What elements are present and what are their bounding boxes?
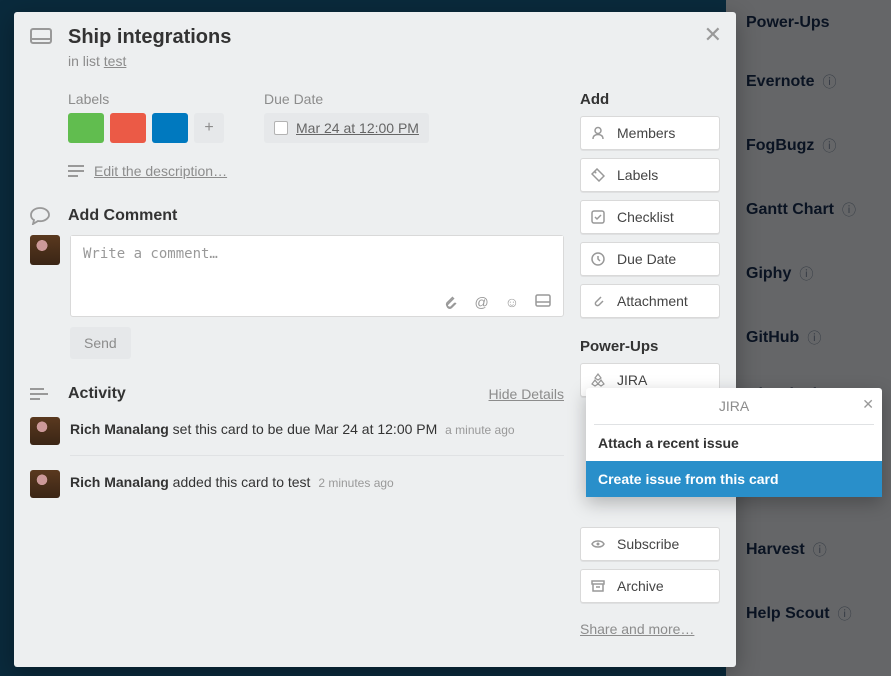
bg-item[interactable]: Help Scoutⓘ bbox=[738, 582, 879, 646]
checklist-button[interactable]: Checklist bbox=[580, 200, 720, 234]
jira-attach-option[interactable]: Attach a recent issue bbox=[586, 425, 882, 461]
bg-item[interactable]: GitHubⓘ bbox=[738, 306, 879, 370]
hide-details-link[interactable]: Hide Details bbox=[489, 386, 564, 402]
bg-title: Power-Ups bbox=[738, 14, 879, 32]
info-icon: ⓘ bbox=[822, 136, 836, 156]
subscribe-button[interactable]: Subscribe bbox=[580, 527, 720, 561]
activity-text: added this card to test bbox=[169, 474, 311, 490]
info-icon: ⓘ bbox=[813, 540, 827, 560]
due-date-section: Due Date Mar 24 at 12:00 PM bbox=[264, 91, 429, 143]
close-icon[interactable]: ✕ bbox=[704, 22, 722, 48]
members-button[interactable]: Members bbox=[580, 116, 720, 150]
card-list-location: in list test bbox=[68, 53, 720, 69]
description-icon bbox=[68, 165, 84, 177]
comment-box: @ ☺ bbox=[70, 235, 564, 317]
info-icon: ⓘ bbox=[807, 328, 821, 348]
jira-popup-title: JIRA bbox=[719, 398, 749, 414]
labels-heading: Labels bbox=[68, 91, 224, 107]
close-icon[interactable]: ✕ bbox=[862, 396, 874, 413]
add-comment-heading: Add Comment bbox=[68, 207, 177, 225]
activity-author[interactable]: Rich Manalang bbox=[70, 421, 169, 437]
background-powerups-panel: Power-Ups Evernoteⓘ FogBugzⓘ Gantt Chart… bbox=[726, 0, 891, 676]
attachment-button[interactable]: Attachment bbox=[580, 284, 720, 318]
label-green[interactable] bbox=[68, 113, 104, 143]
eye-icon bbox=[591, 539, 607, 549]
card-icon[interactable] bbox=[535, 294, 551, 310]
jira-popup: JIRA ✕ Attach a recent issue Create issu… bbox=[586, 388, 882, 497]
info-icon: ⓘ bbox=[842, 200, 856, 220]
activity-timestamp: 2 minutes ago bbox=[318, 476, 393, 490]
clock-icon bbox=[591, 252, 607, 266]
emoji-icon[interactable]: ☺ bbox=[505, 294, 519, 310]
paperclip-icon bbox=[591, 294, 607, 308]
card-detail-modal: ✕ Ship integrations in list test Labels … bbox=[14, 12, 736, 667]
due-date-text[interactable]: Mar 24 at 12:00 PM bbox=[296, 120, 419, 136]
user-avatar[interactable] bbox=[30, 470, 60, 498]
jira-icon bbox=[591, 373, 607, 387]
user-avatar[interactable] bbox=[30, 235, 60, 265]
tag-icon bbox=[591, 168, 607, 182]
activity-icon bbox=[30, 387, 52, 401]
activity-item: Rich Manalang added this card to test 2 … bbox=[30, 470, 564, 498]
comment-icon bbox=[30, 207, 52, 225]
bg-item[interactable]: Gantt Chartⓘ bbox=[738, 178, 879, 242]
checklist-icon bbox=[591, 210, 607, 224]
activity-author[interactable]: Rich Manalang bbox=[70, 474, 169, 490]
send-button[interactable]: Send bbox=[70, 327, 131, 359]
info-icon: ⓘ bbox=[822, 72, 836, 92]
list-link[interactable]: test bbox=[104, 53, 127, 69]
due-checkbox[interactable] bbox=[274, 121, 288, 135]
card-icon bbox=[30, 28, 52, 46]
powerups-heading: Power-Ups bbox=[580, 338, 720, 355]
info-icon: ⓘ bbox=[838, 604, 852, 624]
due-heading: Due Date bbox=[264, 91, 429, 107]
activity-heading: Activity bbox=[68, 385, 126, 403]
archive-button[interactable]: Archive bbox=[580, 569, 720, 603]
activity-text: set this card to be due Mar 24 at 12:00 … bbox=[169, 421, 437, 437]
comment-input[interactable] bbox=[71, 236, 563, 288]
due-date-badge[interactable]: Mar 24 at 12:00 PM bbox=[264, 113, 429, 143]
share-link[interactable]: Share and more… bbox=[580, 621, 720, 637]
labels-button[interactable]: Labels bbox=[580, 158, 720, 192]
mention-icon[interactable]: @ bbox=[474, 294, 488, 310]
activity-item: Rich Manalang set this card to be due Ma… bbox=[30, 417, 564, 445]
jira-create-option[interactable]: Create issue from this card bbox=[586, 461, 882, 497]
bg-item[interactable]: Giphyⓘ bbox=[738, 242, 879, 306]
activity-timestamp: a minute ago bbox=[445, 423, 514, 437]
user-avatar[interactable] bbox=[30, 417, 60, 445]
info-icon: ⓘ bbox=[799, 264, 813, 284]
label-red[interactable] bbox=[110, 113, 146, 143]
bg-item[interactable]: Harvestⓘ bbox=[738, 518, 879, 582]
attachment-icon[interactable] bbox=[442, 294, 458, 310]
add-heading: Add bbox=[580, 91, 720, 108]
card-title[interactable]: Ship integrations bbox=[68, 26, 231, 49]
members-icon bbox=[591, 126, 607, 140]
due-date-button[interactable]: Due Date bbox=[580, 242, 720, 276]
edit-description[interactable]: Edit the description… bbox=[68, 163, 564, 179]
add-label-button[interactable]: + bbox=[194, 113, 224, 143]
bg-item[interactable]: Evernoteⓘ bbox=[738, 50, 879, 114]
label-blue[interactable] bbox=[152, 113, 188, 143]
archive-icon bbox=[591, 580, 607, 592]
labels-section: Labels + bbox=[68, 91, 224, 143]
bg-item[interactable]: FogBugzⓘ bbox=[738, 114, 879, 178]
